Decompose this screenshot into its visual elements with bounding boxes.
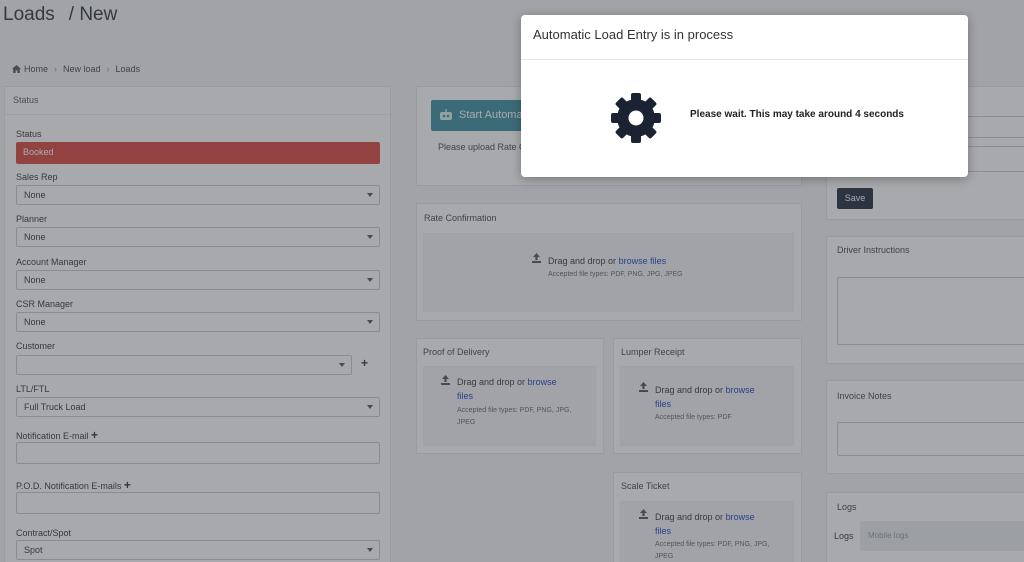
gear-icon (611, 93, 661, 143)
modal-message: Please wait. This may take around 4 seco… (690, 109, 904, 120)
modal-title: Automatic Load Entry is in process (521, 15, 968, 60)
automatic-load-entry-modal: Automatic Load Entry is in process Pleas… (521, 15, 968, 177)
